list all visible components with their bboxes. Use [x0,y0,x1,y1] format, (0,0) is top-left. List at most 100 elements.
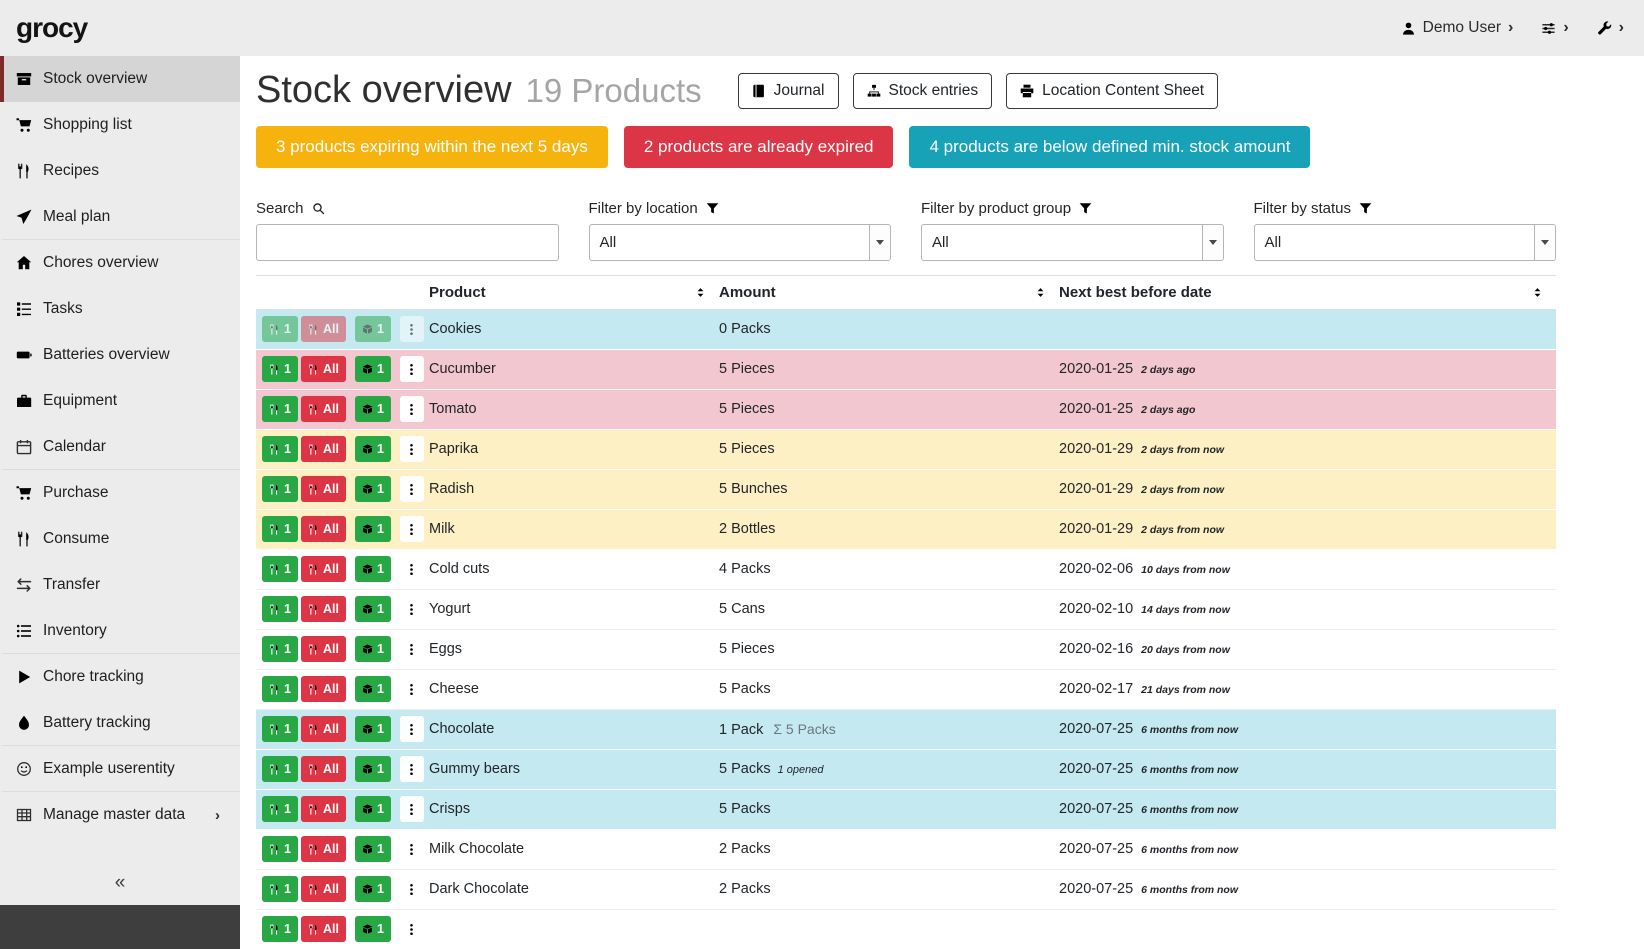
sidebar-item-recipes[interactable]: Recipes [0,148,240,194]
consume-all-button[interactable]: All [301,396,346,422]
sidebar-item-chores-overview[interactable]: Chores overview [0,240,240,286]
consume-all-button[interactable]: All [301,436,346,462]
row-menu-button[interactable] [400,476,424,502]
open-one-button[interactable]: 1 [355,516,391,542]
sidebar-collapse-button[interactable]: « [0,861,240,905]
consume-all-button[interactable]: All [301,316,346,342]
open-one-button[interactable]: 1 [355,716,391,742]
row-menu-button[interactable] [400,916,424,942]
admin-menu-button[interactable]: › [1597,19,1624,37]
consume-one-button[interactable]: 1 [262,396,298,422]
row-menu-button[interactable] [400,396,424,422]
amount-column-header[interactable]: Amount [719,276,1059,309]
location-content-sheet-button[interactable]: Location Content Sheet [1006,73,1218,109]
settings-menu-button[interactable]: › [1541,19,1568,37]
consume-all-button[interactable]: All [301,676,346,702]
sidebar-item-calendar[interactable]: Calendar [0,424,240,470]
location-filter-select[interactable]: All [589,224,892,261]
stock-entries-button[interactable]: Stock entries [853,73,993,109]
open-one-button[interactable]: 1 [355,836,391,862]
consume-one-button[interactable]: 1 [262,436,298,462]
open-one-button[interactable]: 1 [355,876,391,902]
consume-all-button[interactable]: All [301,796,346,822]
consume-one-button[interactable]: 1 [262,676,298,702]
open-one-button[interactable]: 1 [355,356,391,382]
open-one-button[interactable]: 1 [355,476,391,502]
consume-all-button[interactable]: All [301,916,346,942]
consume-one-button[interactable]: 1 [262,356,298,382]
consume-one-button[interactable]: 1 [262,836,298,862]
product-group-filter-select[interactable]: All [921,224,1224,261]
consume-all-button[interactable]: All [301,836,346,862]
row-menu-button[interactable] [400,836,424,862]
row-menu-button[interactable] [400,596,424,622]
open-one-button[interactable]: 1 [355,796,391,822]
open-one-button[interactable]: 1 [355,436,391,462]
open-one-button[interactable]: 1 [355,676,391,702]
row-menu-button[interactable] [400,436,424,462]
open-one-button[interactable]: 1 [355,636,391,662]
user-menu-button[interactable]: Demo User › [1401,19,1514,37]
sidebar-item-stock-overview[interactable]: Stock overview [0,56,240,102]
search-input[interactable] [256,224,559,261]
sidebar-item-purchase[interactable]: Purchase [0,470,240,516]
consume-all-button[interactable]: All [301,356,346,382]
row-menu-button[interactable] [400,716,424,742]
consume-one-button[interactable]: 1 [262,516,298,542]
consume-all-button[interactable]: All [301,516,346,542]
consume-all-button[interactable]: All [301,636,346,662]
row-menu-button[interactable] [400,876,424,902]
sidebar-item-equipment[interactable]: Equipment [0,378,240,424]
consume-one-button[interactable]: 1 [262,756,298,782]
consume-one-button[interactable]: 1 [262,596,298,622]
status-filter-select[interactable]: All [1254,224,1557,261]
consume-all-button[interactable]: All [301,476,346,502]
row-menu-button[interactable] [400,516,424,542]
open-one-button[interactable]: 1 [355,396,391,422]
open-one-button[interactable]: 1 [355,916,391,942]
sidebar-item-transfer[interactable]: Transfer [0,562,240,608]
sidebar-item-batteries-overview[interactable]: Batteries overview [0,332,240,378]
consume-all-button[interactable]: All [301,596,346,622]
open-one-button[interactable]: 1 [355,596,391,622]
sidebar-item-chore-tracking[interactable]: Chore tracking [0,654,240,700]
sidebar-item-tasks[interactable]: Tasks [0,286,240,332]
row-menu-button[interactable] [400,556,424,582]
row-menu-button[interactable] [400,756,424,782]
sidebar-item-meal-plan[interactable]: Meal plan [0,194,240,240]
row-menu-button[interactable] [400,796,424,822]
consume-one-button[interactable]: 1 [262,796,298,822]
banner-below-min-stock[interactable]: 4 products are below defined min. stock … [909,126,1310,168]
row-menu-button[interactable] [400,676,424,702]
sidebar-item-consume[interactable]: Consume [0,516,240,562]
sidebar-item-battery-tracking[interactable]: Battery tracking [0,700,240,746]
product-column-header[interactable]: Product [429,276,719,309]
consume-one-button[interactable]: 1 [262,316,298,342]
open-one-button[interactable]: 1 [355,756,391,782]
open-one-button[interactable]: 1 [355,316,391,342]
consume-all-button[interactable]: All [301,556,346,582]
consume-one-button[interactable]: 1 [262,716,298,742]
consume-all-button[interactable]: All [301,876,346,902]
consume-one-button[interactable]: 1 [262,636,298,662]
amount-value: 2 Packs [719,881,771,897]
open-one-button[interactable]: 1 [355,556,391,582]
grocy-logo[interactable]: grocy [16,12,87,44]
consume-one-button[interactable]: 1 [262,876,298,902]
sidebar-item-example-userentity[interactable]: Example userentity [0,746,240,792]
banner-expired[interactable]: 2 products are already expired [624,126,894,168]
sidebar-item-shopping-list[interactable]: Shopping list [0,102,240,148]
consume-all-button[interactable]: All [301,756,346,782]
row-menu-button[interactable] [400,356,424,382]
journal-button[interactable]: Journal [738,73,839,109]
date-column-header[interactable]: Next best before date [1059,276,1556,309]
banner-expiring-soon[interactable]: 3 products expiring within the next 5 da… [256,126,608,168]
row-menu-button[interactable] [400,636,424,662]
consume-all-button[interactable]: All [301,716,346,742]
consume-one-button[interactable]: 1 [262,916,298,942]
sidebar-item-inventory[interactable]: Inventory [0,608,240,654]
consume-one-button[interactable]: 1 [262,556,298,582]
row-menu-button[interactable] [400,316,424,342]
consume-one-button[interactable]: 1 [262,476,298,502]
sidebar-item-manage-master-data[interactable]: Manage master data› [0,792,240,838]
